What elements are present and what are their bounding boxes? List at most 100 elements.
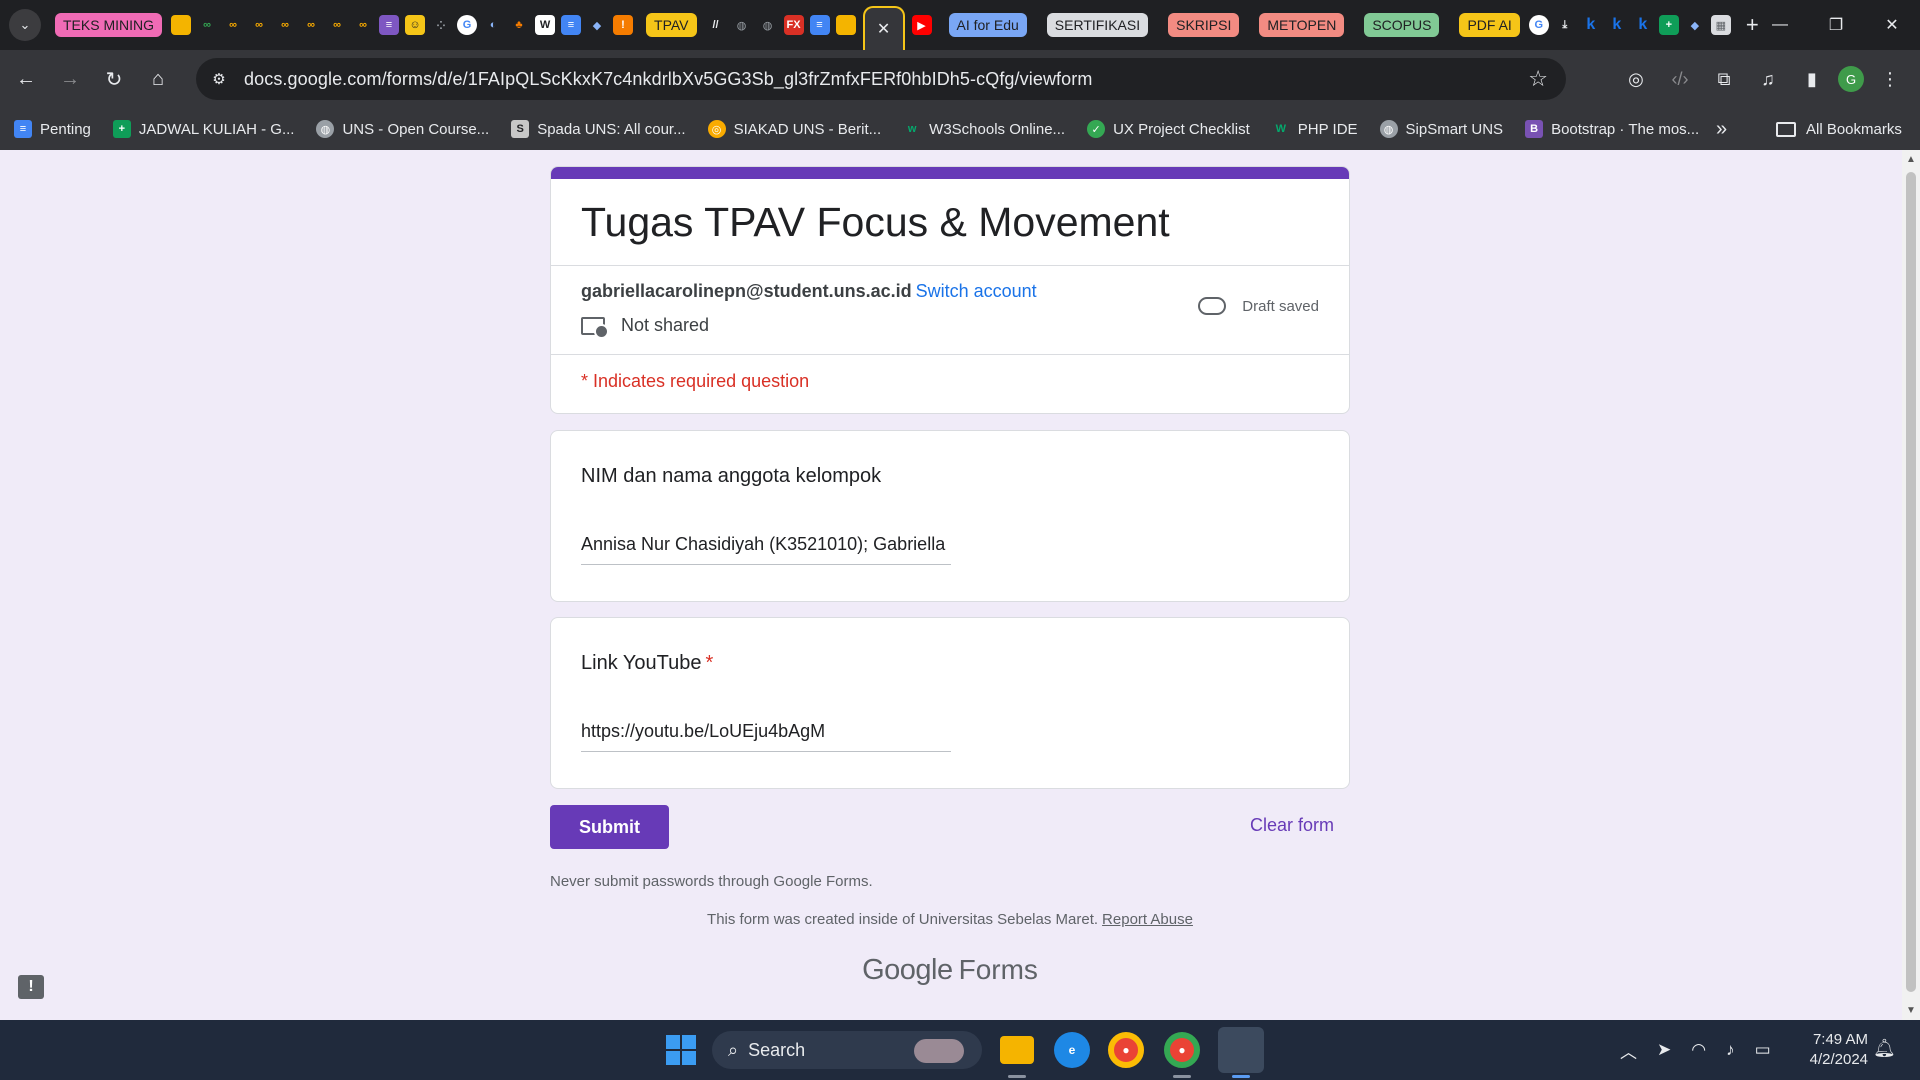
bookmark-sipsmart-uns[interactable]: ◍ SipSmart UNS (1379, 120, 1503, 138)
k-icon[interactable]: k (1607, 15, 1627, 35)
taskbar-search[interactable]: ⌕ Search (712, 1031, 982, 1069)
tree-icon[interactable]: ♣ (509, 15, 529, 35)
google-icon[interactable]: G (457, 15, 478, 35)
google-icon[interactable]: G (1528, 15, 1549, 35)
file-explorer-icon[interactable] (1000, 1036, 1034, 1064)
tab-group-sertifikasi[interactable]: SERTIFIKASI (1046, 13, 1149, 37)
sheets-icon[interactable]: + (1658, 15, 1679, 35)
infinity-icon[interactable]: ∞ (249, 15, 269, 35)
lens-icon[interactable]: ◎ (1618, 61, 1654, 97)
tab-group-tpav[interactable]: TPAV (646, 13, 697, 37)
moon-icon[interactable]: ◐ (483, 15, 503, 35)
infinity-icon[interactable]: ∞ (353, 15, 373, 35)
forward-button[interactable]: → (52, 61, 88, 97)
tab-search-button[interactable]: ⌄ (9, 9, 41, 41)
bookmark-php-ide[interactable]: W PHP IDE (1272, 120, 1358, 138)
cap-icon[interactable]: ◆ (1685, 15, 1705, 35)
url-text[interactable]: docs.google.com/forms/d/e/1FAIpQLScKkxK7… (244, 69, 1092, 90)
close-window-button[interactable]: ✕ (1864, 0, 1920, 50)
slides-icon[interactable] (171, 15, 192, 35)
close-icon[interactable]: ✕ (877, 19, 890, 39)
scroll-thumb[interactable] (1906, 172, 1916, 992)
tab-group-metopen[interactable]: METOPEN (1259, 13, 1345, 37)
slides-icon[interactable] (835, 15, 856, 35)
reload-button[interactable]: ↻ (96, 61, 132, 97)
all-bookmarks-button[interactable]: All Bookmarks (1776, 121, 1902, 138)
windows-start-icon[interactable] (666, 1035, 696, 1065)
scroll-up-icon[interactable]: ▲ (1906, 154, 1916, 165)
answer-input-nim[interactable]: Annisa Nur Chasidiyah (K3521010); Gabrie… (581, 531, 951, 565)
answer-input-youtube[interactable]: https://youtu.be/LoUEju4bAgM (581, 718, 951, 752)
emoji-icon[interactable]: ☺ (405, 15, 426, 35)
active-tab[interactable]: ✕ (862, 6, 905, 50)
tab-group-pdf-ai[interactable]: PDF AI (1459, 13, 1520, 37)
minimize-button[interactable]: — (1752, 0, 1808, 50)
side-panel-icon[interactable]: ▮ (1794, 61, 1830, 97)
battery-icon[interactable]: ▭ (1755, 1040, 1771, 1060)
extensions-icon[interactable]: ⧉ (1706, 61, 1742, 97)
address-bar[interactable]: ⚙ docs.google.com/forms/d/e/1FAIpQLScKkx… (196, 58, 1566, 100)
orange-icon[interactable]: ! (613, 15, 634, 35)
wifi-icon[interactable]: ◠ (1691, 1040, 1706, 1060)
infinity-icon[interactable]: ∞ (275, 15, 295, 35)
k-icon[interactable]: k (1581, 15, 1601, 35)
slash-icon[interactable]: // (706, 15, 726, 35)
docs-icon[interactable]: ≡ (809, 15, 830, 35)
globe-icon[interactable]: ◍ (758, 15, 778, 35)
bookmark-jadwal-kuliah[interactable]: + JADWAL KULIAH - G... (112, 120, 294, 138)
tab-group-teks-mining[interactable]: TEKS MINING (55, 13, 163, 37)
infinity-icon[interactable]: ∞ (223, 15, 243, 35)
location-icon[interactable]: ➤ (1657, 1040, 1671, 1060)
clear-form-button[interactable]: Clear form (1250, 815, 1334, 836)
k-icon[interactable]: k (1633, 15, 1653, 35)
bookmark-ux-project-checklist[interactable]: ✓ UX Project Checklist (1087, 120, 1250, 138)
docs-icon[interactable]: ≡ (561, 15, 582, 35)
chrome-active-icon[interactable] (1218, 1027, 1264, 1073)
dots-icon[interactable]: ⁘ (431, 15, 451, 35)
tab-group-scopus[interactable]: SCOPUS (1364, 13, 1440, 37)
youtube-icon[interactable]: ▶ (911, 15, 932, 35)
link-icon[interactable]: ∞ (197, 15, 217, 35)
infinity-icon[interactable]: ∞ (327, 15, 347, 35)
media-icon[interactable]: ♫ (1750, 61, 1786, 97)
download-icon[interactable]: ⤓ (1555, 15, 1575, 35)
site-info-icon[interactable]: ⚙ (204, 64, 234, 94)
cap-icon[interactable]: ◆ (587, 15, 607, 35)
wikipedia-icon[interactable]: W (535, 15, 556, 35)
switch-account-link[interactable]: Switch account (916, 281, 1037, 301)
page-scrollbar[interactable]: ▲ ▼ (1902, 150, 1920, 1020)
tab-group-skripsi[interactable]: SKRIPSI (1168, 13, 1240, 37)
list-icon[interactable]: ≡ (379, 15, 400, 35)
chrome-icon[interactable]: ● (1108, 1032, 1144, 1068)
clock[interactable]: 7:49 AM 4/2/2024 (1800, 1030, 1868, 1070)
code-icon[interactable]: ‹/› (1662, 61, 1698, 97)
fx-icon[interactable]: FX (783, 15, 804, 35)
bookmark-bootstrap[interactable]: B Bootstrap · The mos... (1525, 120, 1699, 138)
home-button[interactable]: ⌂ (140, 61, 176, 97)
menu-icon[interactable]: ⋮ (1872, 61, 1908, 97)
bookmark-star-icon[interactable]: ☆ (1528, 66, 1548, 92)
profile-avatar[interactable]: G (1838, 66, 1864, 92)
notification-bell-icon[interactable]: 🔔︎ (1873, 1038, 1896, 1059)
google-forms-logo[interactable]: Google Forms (550, 954, 1350, 987)
feedback-icon[interactable]: ! (18, 975, 44, 999)
report-abuse-link[interactable]: Report Abuse (1102, 911, 1193, 928)
more-bookmarks-button[interactable]: » (1716, 118, 1727, 141)
globe-icon[interactable]: ◍ (732, 15, 752, 35)
image-icon[interactable]: ▦ (1710, 15, 1731, 35)
bookmark-siakad-uns[interactable]: ◎ SIAKAD UNS - Berit... (707, 120, 881, 138)
infinity-icon[interactable]: ∞ (301, 15, 321, 35)
chevron-up-icon[interactable]: ︿ (1620, 1038, 1637, 1063)
bookmark-spada-uns[interactable]: S Spada UNS: All cour... (511, 120, 686, 138)
edge-icon[interactable]: e (1054, 1032, 1090, 1068)
submit-button[interactable]: Submit (550, 805, 669, 849)
volume-icon[interactable]: ♪ (1726, 1040, 1735, 1060)
scroll-down-icon[interactable]: ▼ (1906, 1005, 1916, 1016)
bookmark-uns-open-course[interactable]: ◍ UNS - Open Course... (316, 120, 489, 138)
restore-button[interactable]: ❐ (1808, 0, 1864, 50)
chrome-profile-icon[interactable]: ● (1164, 1032, 1200, 1068)
bookmark-w3schools[interactable]: w W3Schools Online... (903, 120, 1065, 138)
back-button[interactable]: ← (8, 61, 44, 97)
bookmark-penting[interactable]: ≡ Penting (14, 120, 91, 138)
tab-group-ai-for-edu[interactable]: AI for Edu (948, 13, 1027, 37)
